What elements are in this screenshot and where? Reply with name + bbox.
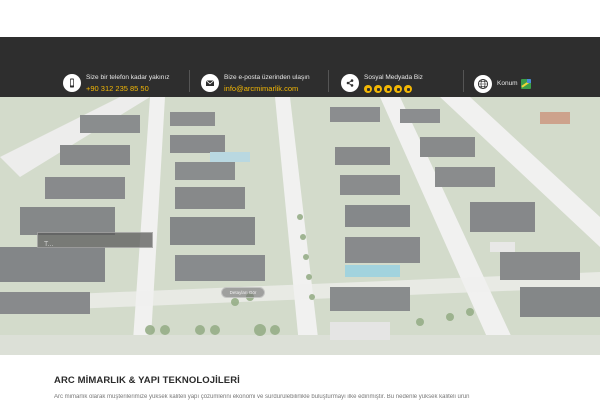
facebook-icon[interactable] xyxy=(364,85,372,93)
linkedin-icon[interactable] xyxy=(384,85,392,93)
email-label: Bize e-posta üzerinden ulaşın xyxy=(224,73,310,81)
envelope-icon xyxy=(201,74,219,92)
top-whitespace xyxy=(0,0,600,37)
contact-social: Sosyal Medyada Biz xyxy=(341,71,423,95)
phone-icon xyxy=(63,74,81,92)
hero-overlay xyxy=(0,97,600,355)
contact-location[interactable]: Konum xyxy=(474,72,531,96)
search-input[interactable] xyxy=(38,237,152,252)
email-address-link[interactable]: info@arcmimarlik.com xyxy=(224,84,310,94)
social-label: Sosyal Medyada Biz xyxy=(364,74,423,81)
location-label: Konum xyxy=(497,80,518,87)
hero-search[interactable] xyxy=(37,232,153,252)
share-icon xyxy=(341,74,359,92)
instagram-icon[interactable] xyxy=(374,85,382,93)
google-maps-icon[interactable] xyxy=(520,79,531,89)
globe-icon xyxy=(474,75,492,93)
rss-icon[interactable] xyxy=(404,85,412,93)
divider xyxy=(463,70,464,92)
contact-email[interactable]: Bize e-posta üzerinden ulaşın info@arcmi… xyxy=(201,71,310,95)
contact-phone[interactable]: Size bir telefon kadar yakınız +90 312 2… xyxy=(63,71,169,95)
youtube-icon[interactable] xyxy=(394,85,402,93)
divider xyxy=(189,70,190,92)
phone-label: Size bir telefon kadar yakınız xyxy=(86,73,170,81)
hero-aerial-image: Detayları Gör xyxy=(0,97,600,355)
phone-number-link[interactable]: +90 312 235 85 50 xyxy=(86,84,169,94)
section-title: ARC MİMARLIK & YAPI TEKNOLOJİLERİ xyxy=(54,375,240,386)
divider xyxy=(328,70,329,92)
hero-details-button[interactable]: Detayları Gör xyxy=(221,287,265,298)
intro-text: Arc mimarlık olarak müşterilerimize yüks… xyxy=(54,394,470,400)
